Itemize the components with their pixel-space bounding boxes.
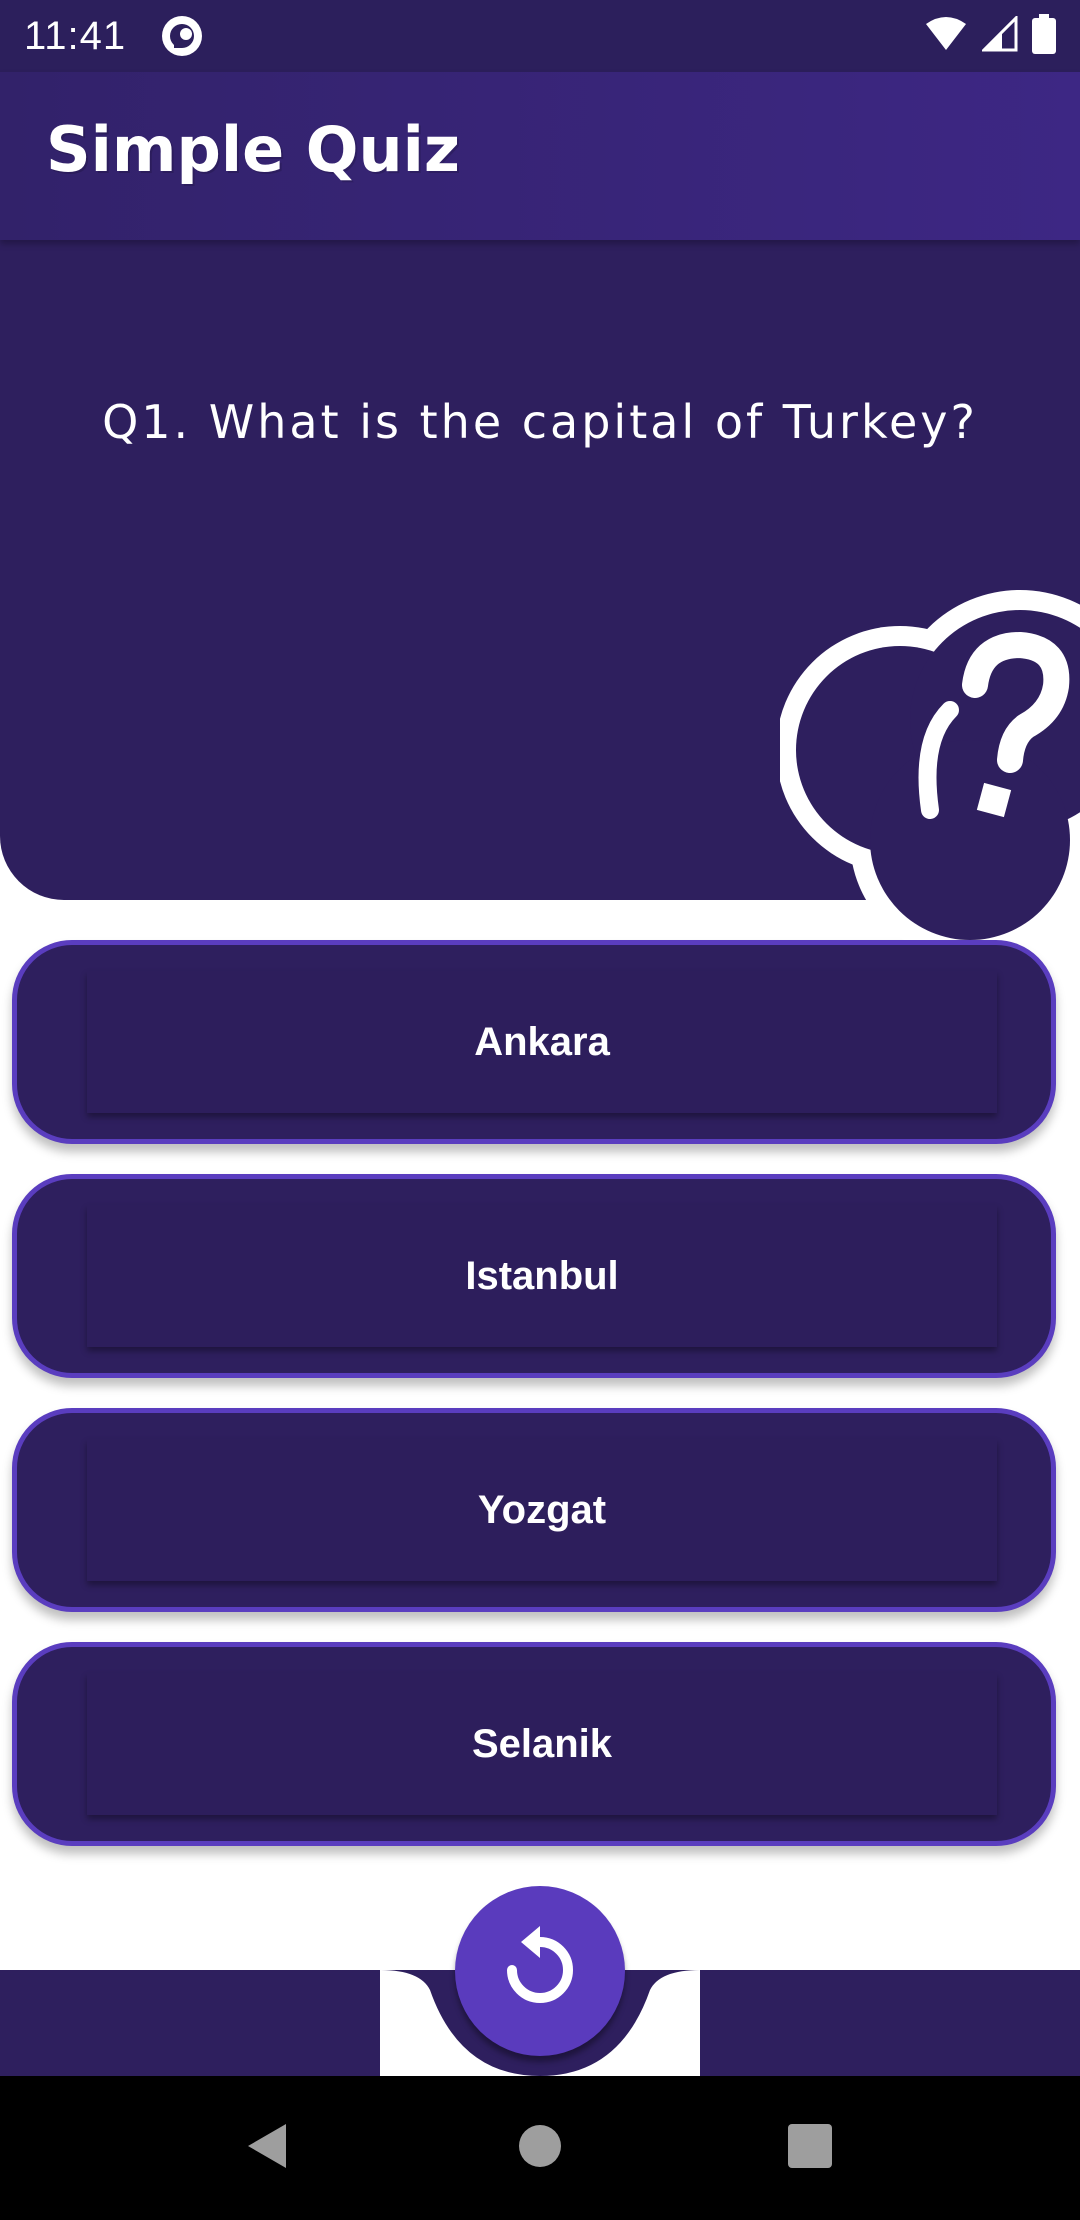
answer-option-3[interactable]: Yozgat	[12, 1408, 1056, 1612]
status-bar: 11:41	[0, 0, 1080, 72]
quiz-screen: 11:41 Simple Quiz Q1. What is the capita…	[0, 0, 1080, 2220]
restart-button[interactable]	[455, 1886, 625, 2056]
status-icons	[924, 13, 1056, 59]
recents-icon	[786, 2122, 834, 2175]
answer-option-label: Ankara	[87, 971, 997, 1113]
status-time: 11:41	[24, 14, 127, 58]
answer-option-1[interactable]: Ankara	[12, 940, 1056, 1144]
cellular-signal-icon	[980, 13, 1018, 57]
back-button[interactable]	[232, 2112, 304, 2184]
answer-option-2[interactable]: Istanbul	[12, 1174, 1056, 1378]
home-icon	[516, 2122, 564, 2175]
answer-option-4[interactable]: Selanik	[12, 1642, 1056, 1846]
app-title: Simple Quiz	[46, 113, 460, 186]
wifi-icon	[924, 16, 968, 57]
question-text: Q1. What is the capital of Turkey?	[102, 395, 978, 449]
answer-option-label: Istanbul	[87, 1205, 997, 1347]
battery-icon	[1032, 13, 1056, 59]
home-button[interactable]	[504, 2112, 576, 2184]
answer-option-label: Yozgat	[87, 1439, 997, 1581]
restart-icon	[495, 1924, 585, 2019]
recents-button[interactable]	[774, 2112, 846, 2184]
back-icon	[240, 2118, 296, 2179]
answer-option-label: Selanik	[87, 1673, 997, 1815]
thinking-question-cloud-icon	[776, 590, 1080, 960]
app-notification-icon	[160, 14, 204, 58]
system-navigation-bar	[0, 2076, 1080, 2220]
app-bar: Simple Quiz	[0, 72, 1080, 240]
